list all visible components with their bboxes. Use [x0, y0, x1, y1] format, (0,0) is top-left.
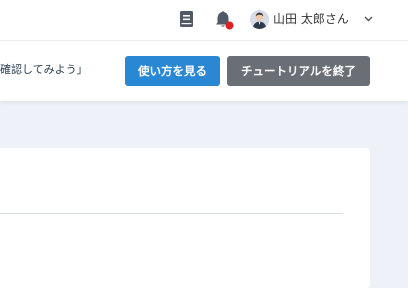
top-header: 山田 太郎さん: [0, 0, 408, 40]
chevron-down-icon[interactable]: [364, 16, 373, 22]
end-tutorial-button[interactable]: チュートリアルを終了: [227, 56, 370, 86]
card-divider: [0, 213, 343, 214]
notification-dot: [225, 21, 234, 30]
user-name[interactable]: 山田 太郎さん: [273, 12, 349, 27]
content-card: [0, 148, 370, 288]
avatar[interactable]: [250, 10, 269, 29]
view-guide-button[interactable]: 使い方を見る: [125, 56, 220, 86]
notification-bell[interactable]: [214, 9, 236, 31]
bell-icon: [216, 11, 234, 30]
tutorial-message: 確認してみよう」: [0, 63, 88, 76]
book-icon[interactable]: [179, 10, 194, 28]
